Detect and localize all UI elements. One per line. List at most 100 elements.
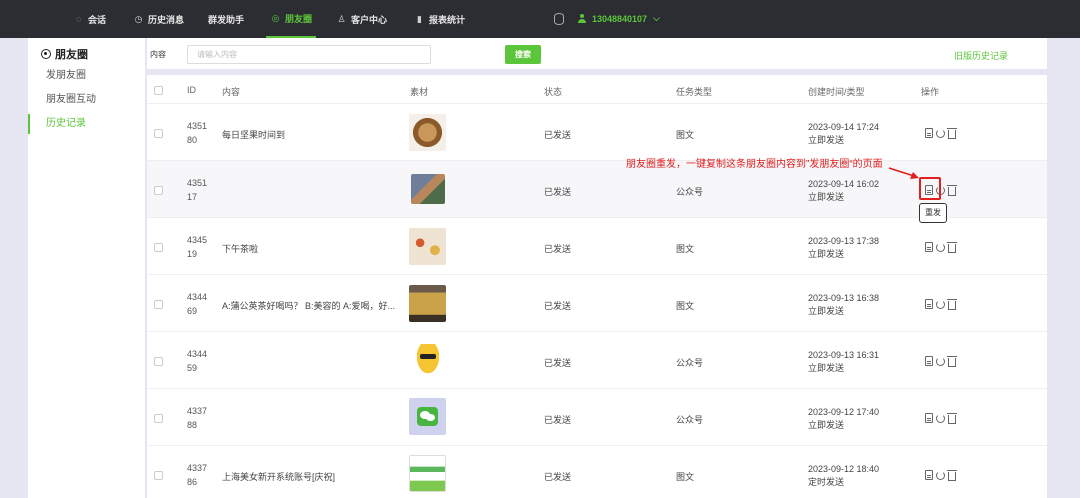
database-icon[interactable] (554, 13, 564, 25)
header-material: 素材 (410, 87, 429, 97)
row-status: 已发送 (544, 358, 572, 368)
row-checkbox[interactable] (154, 300, 163, 309)
table-row: 4337 86 上海美女新开系统账号[庆祝] 已发送 图文 2023-09-12 … (147, 446, 1047, 498)
refresh-icon[interactable] (936, 357, 945, 366)
moments-icon (41, 49, 51, 59)
row-content: 上海美女新开系统账号[庆祝] (222, 472, 336, 482)
row-id: 4344 69 (187, 292, 208, 316)
nav-item-broadcast[interactable]: 群发助手 (208, 0, 244, 38)
header-content: 内容 (222, 87, 241, 97)
document-icon[interactable] (925, 413, 933, 423)
row-checkbox[interactable] (154, 129, 163, 138)
table-row: 4344 59 已发送 公众号 2023-09-13 16:31 立即发送 (147, 332, 1047, 389)
document-icon[interactable] (925, 356, 933, 366)
sidebar-item-post[interactable]: 发朋友圈 (28, 66, 145, 86)
row-created: 2023-09-14 17:24 立即发送 (808, 122, 880, 145)
document-icon[interactable] (925, 242, 933, 252)
user-account-menu[interactable]: 13048840107 ⌵ (578, 13, 660, 24)
row-status: 已发送 (544, 301, 572, 311)
header-task-type: 任务类型 (676, 87, 713, 97)
top-nav-bar: ◌ 会话 ◷ 历史消息 群发助手 ◎ 朋友圈 ♙ 客户中心 ▮ 报表统计 130… (0, 0, 1080, 38)
row-actions (925, 413, 957, 424)
row-task-type: 公众号 (676, 415, 704, 425)
row-created: 2023-09-12 18:40 定时发送 (808, 464, 880, 487)
sidebar-item-history[interactable]: 历史记录 (28, 114, 145, 134)
material-thumbnail[interactable] (409, 114, 446, 151)
nav-item-reports[interactable]: ▮ 报表统计 (414, 0, 465, 38)
refresh-icon[interactable] (936, 129, 945, 138)
table-header: ID 内容 素材 状态 任务类型 创建时间/类型 操作 (147, 75, 1047, 104)
nav-item-moments[interactable]: ◎ 朋友圈 (266, 0, 317, 38)
refresh-icon[interactable] (936, 414, 945, 423)
row-created: 2023-09-13 16:31 立即发送 (808, 350, 880, 373)
material-thumbnail[interactable] (409, 455, 446, 492)
table-row: 4344 69 A:蒲公英茶好喝吗？ B:美容的 A:爱喝，好... 已发送 图文… (147, 275, 1047, 332)
row-actions (925, 470, 957, 481)
annotation-text: 朋友圈重发，一键复制这条朋友圈内容到”发朋友圈“的页面 (626, 159, 883, 170)
row-checkbox[interactable] (154, 357, 163, 366)
table-row: 4345 19 下午茶啦 已发送 图文 2023-09-13 17:38 立即发送 (147, 218, 1047, 275)
material-thumbnail[interactable] (411, 174, 445, 204)
header-created: 创建时间/类型 (808, 87, 865, 97)
trash-icon[interactable] (947, 356, 957, 367)
nav-item-history[interactable]: ◷ 历史消息 (133, 0, 184, 38)
table-row: 4351 80 每日坚果时间到 已发送 图文 2023-09-14 17:24 立即… (147, 104, 1047, 161)
table-row: 4337 88 已发送 公众号 2023-09-12 17:40 立即发送 (147, 389, 1047, 446)
material-thumbnail[interactable] (415, 344, 441, 376)
row-status: 已发送 (544, 472, 572, 482)
trash-icon[interactable] (947, 470, 957, 481)
document-icon[interactable] (925, 299, 933, 309)
trash-icon[interactable] (947, 413, 957, 424)
old-history-link[interactable]: 旧版历史记录 (954, 49, 1008, 62)
trash-icon[interactable] (947, 299, 957, 310)
header-actions: 操作 (921, 87, 940, 97)
annotation-arrow-icon (888, 167, 919, 179)
search-input[interactable]: 请输入内容 (187, 45, 431, 64)
refresh-icon[interactable] (936, 300, 945, 309)
row-checkbox[interactable] (154, 243, 163, 252)
row-status: 已发送 (544, 415, 572, 425)
row-id: 4345 19 (187, 235, 208, 259)
sidebar-title: 朋友圈 (41, 46, 88, 62)
material-thumbnail[interactable] (409, 228, 446, 265)
row-checkbox[interactable] (154, 186, 163, 195)
nav-item-customers[interactable]: ♙ 客户中心 (336, 0, 387, 38)
row-id: 4351 17 (187, 178, 208, 202)
material-thumbnail[interactable] (409, 285, 446, 322)
header-id: ID (187, 85, 196, 95)
user-phone: 13048840107 (592, 13, 648, 24)
trash-icon[interactable] (947, 185, 957, 196)
document-icon[interactable] (925, 128, 933, 138)
chevron-down-icon: ⌵ (653, 13, 660, 23)
row-content: A:蒲公英茶好喝吗？ B:美容的 A:爱喝，好... (222, 301, 396, 311)
row-created: 2023-09-13 17:38 立即发送 (808, 236, 880, 259)
row-created: 2023-09-14 16:02 立即发送 (808, 179, 880, 202)
bar-chart-icon: ▮ (417, 13, 422, 24)
row-content: 每日坚果时间到 (222, 130, 286, 140)
trash-icon[interactable] (947, 242, 957, 253)
sidebar-item-interaction[interactable]: 朋友圈互动 (28, 90, 145, 110)
row-status: 已发送 (544, 130, 572, 140)
row-task-type: 图文 (676, 130, 695, 140)
person-icon: ♙ (337, 13, 346, 24)
refresh-icon[interactable] (936, 243, 945, 252)
row-task-type: 图文 (676, 472, 695, 482)
nav-item-chat[interactable]: ◌ 会话 (73, 0, 106, 38)
history-table: ID 内容 素材 状态 任务类型 创建时间/类型 操作 4351 80 每日坚果时… (147, 75, 1047, 498)
material-thumbnail[interactable] (409, 398, 446, 435)
row-status: 已发送 (544, 244, 572, 254)
trash-icon[interactable] (947, 128, 957, 139)
select-all-checkbox[interactable] (154, 86, 163, 95)
refresh-icon[interactable] (936, 471, 945, 480)
row-content: 下午茶啦 (222, 244, 259, 254)
row-checkbox[interactable] (154, 414, 163, 423)
row-checkbox[interactable] (154, 471, 163, 480)
row-task-type: 公众号 (676, 358, 704, 368)
resend-tooltip: 重发 (919, 203, 947, 223)
row-actions (925, 299, 957, 310)
row-task-type: 图文 (676, 301, 695, 311)
row-created: 2023-09-13 16:38 立即发送 (808, 293, 880, 316)
row-id: 4344 59 (187, 349, 208, 373)
document-icon[interactable] (925, 470, 933, 480)
search-button[interactable]: 搜索 (505, 45, 541, 64)
